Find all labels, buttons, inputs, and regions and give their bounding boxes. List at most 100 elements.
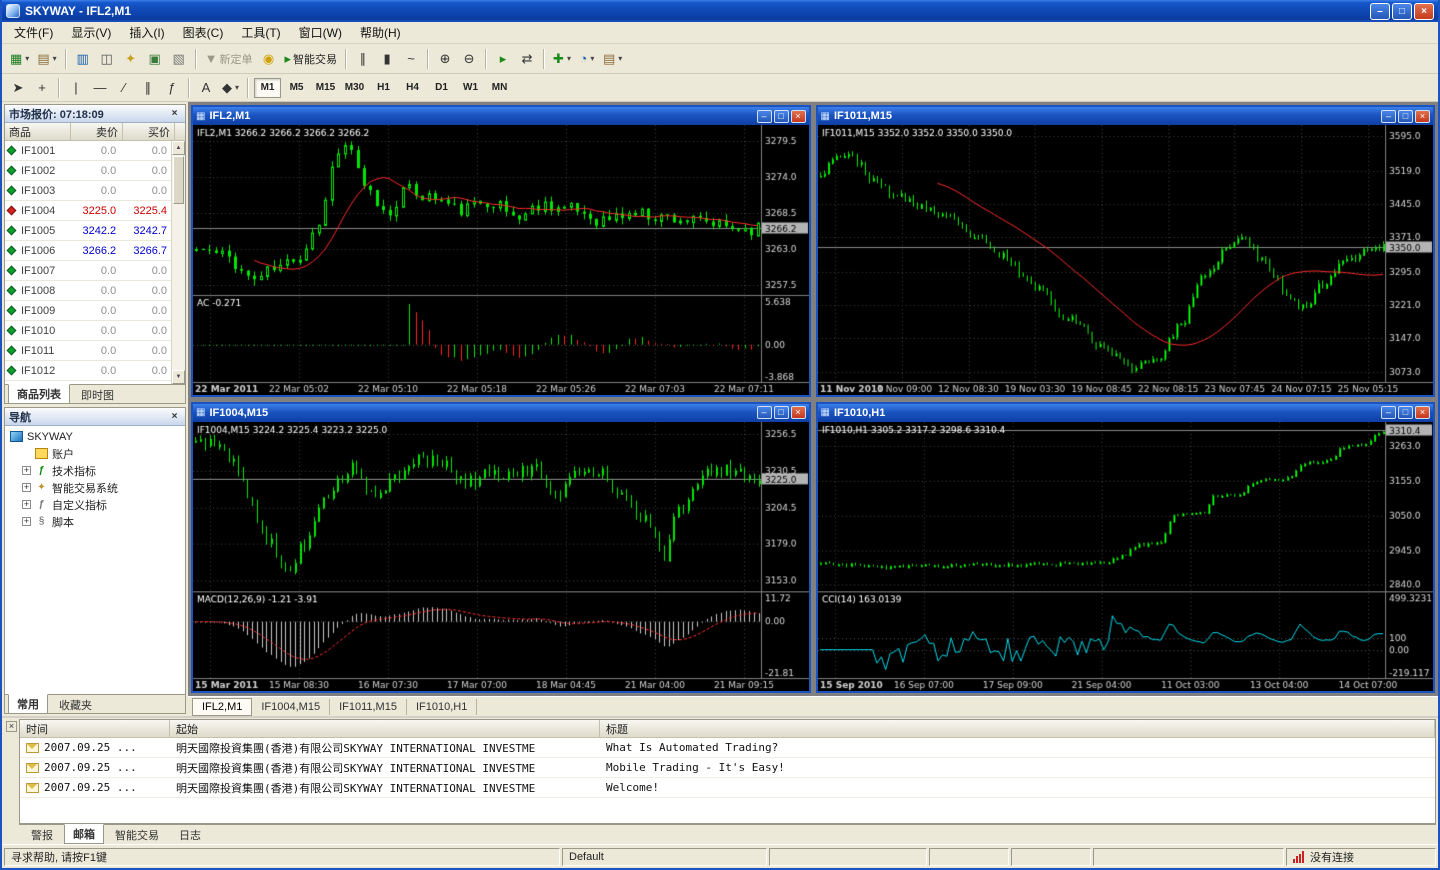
market-watch-scrollbar[interactable]: ▲ ▼ [171,141,185,384]
chart-titlebar-if1010-h1[interactable]: ▦ IF1010,H1 – □ × [817,403,1433,422]
timeframe-m5-button[interactable]: M5 [283,78,310,98]
timeframe-m1-button[interactable]: M1 [254,77,282,98]
market-watch-close-icon[interactable]: × [168,107,181,120]
market-watch-row-if1005[interactable]: IF1005 3242.2 3242.7 [5,221,171,241]
navigator-item-0[interactable]: 账户 [5,445,185,462]
navigator-item-4[interactable]: + § 脚本 [5,513,185,530]
terminal-button[interactable]: ▣ [143,48,167,70]
chart-canvas-if1010-h1[interactable] [817,421,1433,691]
terminal-row-2[interactable]: 2007.09.25 ... 明天國際投資集團(香港)有限公司SKYWAY INT… [20,778,1435,798]
market-watch-column-1[interactable]: 卖价 [71,123,123,140]
market-watch-row-if1009[interactable]: IF1009 0.0 0.0 [5,301,171,321]
terminal-close-icon[interactable]: × [6,721,17,732]
market-watch-column-0[interactable]: 商品 [5,123,71,140]
cursor-tool-button[interactable]: ➤ [6,77,30,99]
menu-item-0[interactable]: 文件(F) [5,22,62,43]
auto-scroll-button[interactable]: ▸ [491,48,515,70]
scrollbar-thumb[interactable] [173,156,184,204]
menu-item-5[interactable]: 窗口(W) [290,22,351,43]
timeframe-h4-button[interactable]: H4 [399,78,426,98]
timeframe-m30-button[interactable]: M30 [341,78,368,98]
indicators-button[interactable]: ✚ ▾ [549,48,575,70]
data-window-button[interactable]: ◫ [95,48,119,70]
expand-icon[interactable]: + [22,517,31,526]
metaeditor-button[interactable]: ◉ [257,48,281,70]
market-watch-row-if1011[interactable]: IF1011 0.0 0.0 [5,341,171,361]
chart-close-button[interactable]: × [1415,406,1430,419]
market-watch-row-if1012[interactable]: IF1012 0.0 0.0 [5,361,171,381]
menu-item-3[interactable]: 图表(C) [174,22,233,43]
text-tool-button[interactable]: A [194,77,218,99]
navigator-button[interactable]: ✦ [119,48,143,70]
market-watch-column-2[interactable]: 买价 [123,123,175,140]
chart-minimize-button[interactable]: – [756,406,772,419]
status-connection-cell[interactable]: 没有连接 [1286,847,1436,866]
horizontal-line-tool-button[interactable]: — [88,77,112,99]
window-titlebar[interactable]: SKYWAY - IFL2,M1 – □ × [2,0,1438,22]
status-profile-cell[interactable]: Default [562,847,767,866]
timeframe-d1-button[interactable]: D1 [428,78,455,98]
market-watch-row-if1010[interactable]: IF1010 0.0 0.0 [5,321,171,341]
expert-advisors-button[interactable]: ▸ 智能交易 [281,48,342,70]
chart-tab-1[interactable]: IF1004,M15 [252,698,331,715]
chart-restore-button[interactable]: □ [1398,406,1413,419]
menu-item-6[interactable]: 帮助(H) [351,22,410,43]
channel-tool-button[interactable]: ∥ [136,77,160,99]
terminal-tab-1[interactable]: 邮箱 [64,824,104,844]
chart-close-button[interactable]: × [790,406,806,419]
scroll-up-icon[interactable]: ▲ [172,141,185,155]
menu-item-4[interactable]: 工具(T) [232,22,289,43]
chart-minimize-button[interactable]: – [756,109,772,123]
market-watch-row-if1006[interactable]: IF1006 3266.2 3266.7 [5,241,171,261]
chart-restore-button[interactable]: □ [773,406,789,419]
arrows-tool-button[interactable]: ◆ ▾ [218,77,243,99]
timeframe-w1-button[interactable]: W1 [457,78,484,98]
chart-canvas-if1004-m15[interactable] [193,421,809,691]
trendline-tool-button[interactable]: ∕ [112,77,136,99]
chart-tab-0[interactable]: IFL2,M1 [192,697,253,716]
zoom-in-button[interactable]: ⊕ [433,48,457,70]
menu-item-1[interactable]: 显示(V) [62,22,120,43]
market-watch-row-if1001[interactable]: IF1001 0.0 0.0 [5,141,171,161]
timeframe-h1-button[interactable]: H1 [370,78,397,98]
new-chart-button[interactable]: ▦ ▾ [6,48,33,70]
navigator-close-icon[interactable]: × [168,410,181,423]
terminal-column-0[interactable]: 时间 [20,720,170,737]
close-button[interactable]: × [1414,2,1434,20]
navigator-item-3[interactable]: + ƒ 自定义指标 [5,496,185,513]
templates-button[interactable]: ▤ ▾ [599,48,626,70]
chart-minimize-button[interactable]: – [1381,109,1396,123]
chart-restore-button[interactable]: □ [773,109,789,123]
crosshair-tool-button[interactable]: + [30,77,54,99]
chart-titlebar-if1004-m15[interactable]: ▦ IF1004,M15 – □ × [193,403,809,422]
timeframe-mn-button[interactable]: MN [486,78,513,98]
chart-titlebar-if1011-m15[interactable]: ▦ IF1011,M15 – □ × [817,107,1433,125]
zoom-out-button[interactable]: ⊖ [457,48,481,70]
new-order-button[interactable]: ▼ 新定单 [201,48,257,70]
timeframe-m15-button[interactable]: M15 [312,78,339,98]
minimize-button[interactable]: – [1370,2,1390,20]
chart-tab-2[interactable]: IF1011,M15 [330,698,407,715]
market-watch-tab-0[interactable]: 商品列表 [8,384,70,404]
bar-chart-mode-button[interactable]: ∥ [351,48,375,70]
navigator-root-item[interactable]: SKYWAY [5,428,185,445]
chart-tab-3[interactable]: IF1010,H1 [407,698,478,715]
chart-close-button[interactable]: × [1415,109,1430,123]
strategy-tester-button[interactable]: ▧ [167,48,191,70]
chart-canvas-if1011-m15[interactable] [817,125,1433,395]
terminal-row-1[interactable]: 2007.09.25 ... 明天國際投資集團(香港)有限公司SKYWAY INT… [20,758,1435,778]
terminal-tab-2[interactable]: 智能交易 [106,825,168,845]
candlestick-mode-button[interactable]: ▮ [375,48,399,70]
scroll-down-icon[interactable]: ▼ [172,370,185,384]
profiles-button[interactable]: ▤ ▾ [33,48,60,70]
chart-minimize-button[interactable]: – [1381,406,1396,419]
menu-item-2[interactable]: 插入(I) [120,22,173,43]
market-watch-button[interactable]: ▥ [71,48,95,70]
chart-shift-button[interactable]: ⇄ [515,48,539,70]
periods-button[interactable]: ◔ ▾ [575,48,599,70]
terminal-column-1[interactable]: 起始 [170,720,600,737]
market-watch-row-if1002[interactable]: IF1002 0.0 0.0 [5,161,171,181]
chart-close-button[interactable]: × [790,109,806,123]
restore-button[interactable]: □ [1392,2,1412,20]
line-chart-mode-button[interactable]: ~ [399,48,423,70]
